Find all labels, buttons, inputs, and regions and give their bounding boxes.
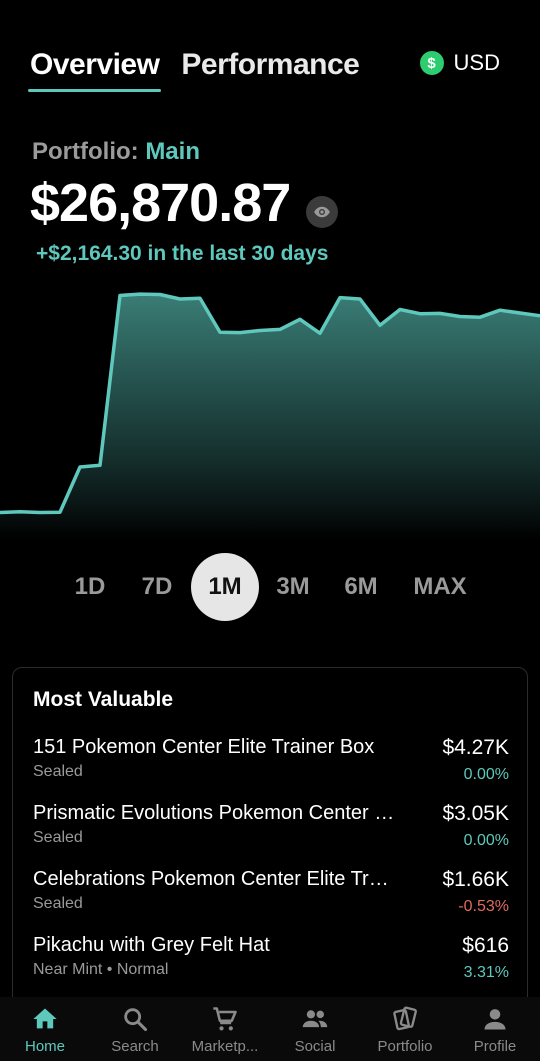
chart-point: [419, 312, 421, 315]
nav-social[interactable]: Social: [270, 997, 360, 1061]
range-7d[interactable]: 7D: [124, 553, 190, 621]
list-item[interactable]: Prismatic Evolutions Pokemon Center Elit…: [33, 802, 509, 862]
chart-point: [179, 298, 181, 300]
item-name: Celebrations Pokemon Center Elite Traine…: [33, 868, 398, 890]
chart-point: [119, 294, 121, 297]
item-name: 151 Pokemon Center Elite Trainer Box: [33, 736, 375, 758]
nav-portfolio[interactable]: Portfolio: [360, 997, 450, 1061]
nav-marketplace[interactable]: Marketp...: [180, 997, 270, 1061]
chart-point: [159, 293, 161, 296]
people-icon: [302, 1010, 328, 1028]
nav-label: Profile: [473, 1038, 517, 1055]
list-item[interactable]: Celebrations Pokemon Center Elite Traine…: [33, 868, 509, 928]
chart-point: [379, 324, 381, 327]
card-title: Most Valuable: [33, 688, 174, 711]
currency-selector[interactable]: $ USD: [419, 50, 500, 76]
most-valuable-card: Most Valuable 151 Pokemon Center Elite T…: [12, 667, 528, 1007]
portfolio-label: Portfolio:: [32, 138, 139, 165]
chart-point: [219, 331, 221, 334]
search-icon: [124, 1008, 148, 1032]
nav-home[interactable]: Home: [0, 997, 90, 1061]
item-price: $1.66K: [442, 868, 509, 891]
chart-point: [479, 316, 481, 318]
chart-point: [259, 329, 261, 332]
portfolio-total-value: $26,870.87: [30, 173, 291, 233]
nav-label: Search: [111, 1038, 159, 1055]
toggle-visibility-button[interactable]: [306, 196, 338, 228]
cards-icon: [393, 1006, 417, 1031]
currency-code: USD: [453, 50, 500, 75]
item-subtitle: Sealed: [33, 763, 83, 780]
chart-point: [359, 298, 361, 300]
tab-overview[interactable]: Overview: [27, 48, 162, 92]
chart-point: [239, 331, 241, 334]
chart-point: [339, 296, 341, 299]
chart-point: [39, 511, 41, 514]
bottom-nav: Home Search Marketp... Social Portfolio …: [0, 997, 540, 1061]
item-change: 3.31%: [463, 964, 509, 981]
tab-performance[interactable]: Performance: [181, 48, 359, 92]
item-subtitle: Near Mint • Normal: [33, 961, 169, 978]
eye-icon: [314, 206, 330, 218]
item-price: $616: [462, 934, 509, 957]
nav-search[interactable]: Search: [90, 997, 180, 1061]
chart-point: [299, 318, 301, 321]
top-tabs: Overview Performance: [27, 48, 360, 92]
item-name: Pikachu with Grey Felt Hat: [33, 934, 270, 956]
portfolio-name: Main: [145, 138, 200, 165]
item-change: 0.00%: [463, 832, 509, 849]
chart-point: [199, 297, 201, 300]
chart-point: [79, 466, 81, 468]
item-change: 0.00%: [463, 766, 509, 783]
chart-point: [99, 464, 101, 467]
chart-point: [399, 308, 401, 311]
portfolio-selector[interactable]: Portfolio: Main: [32, 138, 200, 166]
change-summary: +$2,164.30 in the last 30 days: [36, 242, 329, 265]
item-name: Prismatic Evolutions Pokemon Center Elit…: [33, 802, 398, 824]
item-change: -0.53%: [458, 898, 509, 915]
chart-point: [459, 315, 461, 318]
item-subtitle: Sealed: [33, 829, 83, 846]
chart-point: [19, 511, 21, 513]
range-3m[interactable]: 3M: [262, 553, 324, 621]
cart-icon: [213, 1007, 237, 1031]
list-item[interactable]: 151 Pokemon Center Elite Trainer Box Sea…: [33, 736, 509, 796]
item-price: $3.05K: [442, 802, 509, 825]
range-max[interactable]: MAX: [402, 553, 478, 621]
item-subtitle: Sealed: [33, 895, 83, 912]
dollar-coin-icon: $: [419, 51, 444, 75]
list-item[interactable]: Pikachu with Grey Felt Hat Near Mint • N…: [33, 934, 509, 994]
nav-profile[interactable]: Profile: [450, 997, 540, 1061]
range-1m[interactable]: 1M: [191, 553, 259, 621]
range-selector: 1D 7D 1M 3M 6M MAX: [0, 553, 540, 621]
nav-label: Social: [294, 1038, 336, 1055]
item-price: $4.27K: [442, 736, 509, 759]
chart-point: [519, 312, 521, 314]
nav-label: Marketp...: [191, 1038, 259, 1055]
chart-point: [499, 309, 501, 311]
range-1d[interactable]: 1D: [58, 553, 122, 621]
nav-label: Home: [24, 1038, 65, 1055]
person-icon: [484, 1009, 506, 1030]
range-6m[interactable]: 6M: [330, 553, 392, 621]
chart-point: [139, 293, 141, 295]
chart-point: [279, 328, 281, 331]
nav-label: Portfolio: [377, 1038, 433, 1055]
chart-point: [59, 511, 61, 513]
portfolio-chart[interactable]: [0, 270, 540, 540]
chart-point: [439, 312, 441, 315]
chart-point: [319, 332, 321, 335]
home-icon: [33, 1008, 57, 1029]
